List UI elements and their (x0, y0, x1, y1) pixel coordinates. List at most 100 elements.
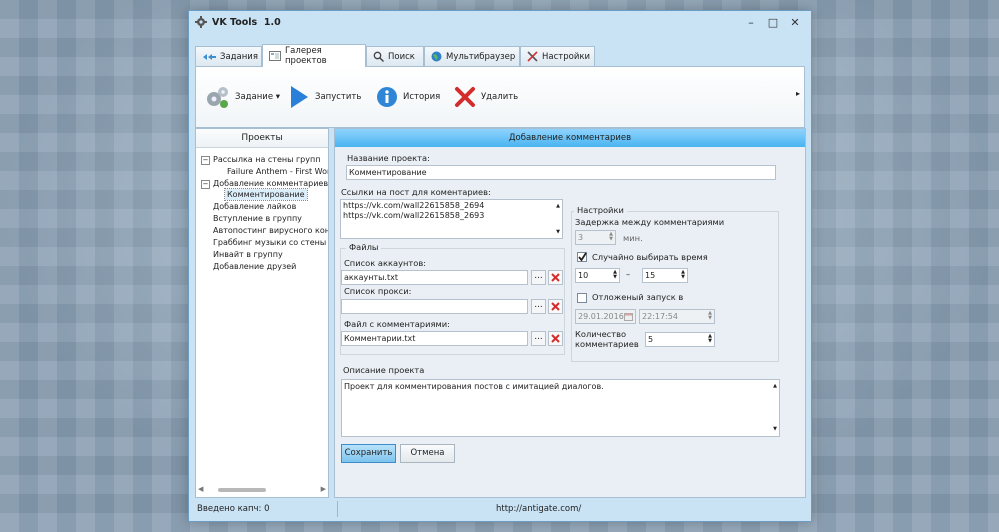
gears-icon (207, 87, 228, 108)
comments-clear-button[interactable] (548, 331, 563, 346)
random-time-checkbox[interactable] (577, 252, 587, 262)
tab-multibrowser[interactable]: Мультибраузер (424, 46, 520, 66)
status-divider (337, 501, 338, 517)
range-from-spinbox[interactable]: 10 ▲ ▼ (575, 268, 620, 283)
history-button[interactable]: История (376, 76, 440, 118)
delayed-date-input[interactable]: 29.01.2016 (575, 309, 636, 324)
tree-item-join-group[interactable]: Вступление в группу (213, 213, 302, 224)
spin-arrows-icon[interactable]: ▲ ▼ (609, 232, 613, 242)
scroll-up-icon[interactable]: ▲ (556, 201, 560, 211)
tree-item-add-friends[interactable]: Добавление друзей (213, 261, 296, 272)
antigate-link[interactable]: http://antigate.com/ (496, 504, 581, 514)
random-time-label: Случайно выбирать время (592, 252, 708, 262)
captcha-count: Введено капч: 0 (197, 504, 270, 514)
app-gear-icon (195, 16, 207, 28)
play-icon (291, 86, 308, 108)
task-label: Задание ▾ (235, 92, 281, 102)
app-name: VK Tools (212, 17, 258, 28)
accounts-clear-button[interactable] (548, 270, 563, 285)
main-tabs: Задания Галерея проектов Поиск Мультибра… (195, 44, 805, 67)
accounts-label: Список аккаунтов: (344, 258, 427, 268)
description-textarea[interactable]: Проект для комментирования постов с имит… (341, 379, 780, 437)
range-to-value: 15 (645, 271, 656, 280)
projects-horizontal-scrollbar[interactable]: ◀ ▶ (198, 485, 326, 495)
tree-expander-icon[interactable]: − (201, 156, 210, 165)
comments-browse-button[interactable]: ... (531, 331, 546, 346)
accounts-file-input[interactable]: аккаунты.txt (341, 270, 528, 285)
panel-title: Добавление комментариев (335, 129, 805, 147)
info-icon (377, 87, 397, 107)
tab-label: Настройки (542, 51, 591, 62)
comments-file-input[interactable]: Комментарии.txt (341, 331, 528, 346)
tree-item-failure-anthem[interactable]: Failure Anthem - First World P (227, 166, 328, 177)
tree-item-music-grabbing[interactable]: Граббинг музыки со стены (213, 237, 326, 248)
maximize-button[interactable]: □ (763, 14, 783, 32)
calendar-icon[interactable] (624, 312, 633, 321)
delayed-start-checkbox[interactable] (577, 293, 587, 303)
comments-file-label: Файл с комментариями: (344, 319, 450, 329)
proxy-browse-button[interactable]: ... (531, 299, 546, 314)
spin-arrows-icon[interactable]: ▲ ▼ (708, 334, 712, 344)
checkmark-icon (578, 252, 587, 262)
tree-item-commenting[interactable]: Комментирование (224, 188, 308, 201)
tree-expander-icon[interactable]: − (201, 180, 210, 189)
spin-arrows-icon[interactable]: ▲ ▼ (613, 270, 617, 280)
range-from-value: 10 (578, 271, 589, 280)
delayed-time-value: 22:17:54 (642, 312, 678, 321)
delete-x-icon (455, 87, 475, 107)
task-dropdown-button[interactable]: Задание ▾ (204, 76, 280, 118)
scroll-down-icon[interactable]: ▼ (773, 424, 777, 435)
files-group-title: Файлы (346, 242, 382, 252)
tree-item-group-wall-post[interactable]: Рассылка на стены групп (213, 154, 320, 165)
spin-arrows-icon[interactable]: ▲ ▼ (681, 270, 685, 280)
clear-x-icon (551, 273, 560, 282)
tree-item-add-comments[interactable]: Добавление комментариев (213, 178, 328, 189)
scroll-up-icon[interactable]: ▲ (773, 381, 777, 392)
links-textarea[interactable]: https://vk.com/wall22615858_2694 https:/… (340, 199, 563, 239)
app-version: 1.0 (263, 17, 281, 28)
ribbon-scroll-right-icon[interactable]: ▸ (796, 89, 800, 98)
ribbon-toolbar: Задание ▾ Запустить История Удалить ▸ (195, 66, 805, 128)
range-separator: – (626, 269, 631, 279)
proxy-file-input[interactable] (341, 299, 528, 314)
scrollbar-thumb[interactable] (218, 488, 266, 492)
globe-icon (431, 51, 442, 62)
tree-item-add-likes[interactable]: Добавление лайков (213, 201, 296, 212)
tools-icon (527, 51, 538, 62)
save-button[interactable]: Сохранить (341, 444, 396, 463)
window-title: VK Tools 1.0 (212, 17, 281, 28)
scroll-down-icon[interactable]: ▼ (556, 227, 560, 237)
delayed-time-input[interactable]: 22:17:54 ▲ ▼ (639, 309, 715, 324)
title-bar[interactable]: VK Tools 1.0 – □ ✕ (189, 11, 811, 35)
project-name-input[interactable]: Комментирование (346, 165, 776, 180)
search-icon (373, 51, 384, 62)
projects-tree: − Рассылка на стены групп Failure Anthem… (196, 148, 328, 483)
cancel-button[interactable]: Отмена (400, 444, 455, 463)
run-button[interactable]: Запустить (288, 76, 361, 118)
proxy-clear-button[interactable] (548, 299, 563, 314)
count-label-line2: комментариев (575, 339, 639, 349)
description-label: Описание проекта (343, 365, 425, 375)
tab-settings[interactable]: Настройки (520, 46, 595, 66)
scroll-left-icon[interactable]: ◀ (198, 485, 203, 493)
tab-gallery[interactable]: Галерея проектов (262, 44, 366, 67)
tab-search[interactable]: Поиск (366, 46, 424, 66)
delay-value: 3 (578, 233, 584, 242)
close-button[interactable]: ✕ (785, 14, 805, 32)
range-to-spinbox[interactable]: 15 ▲ ▼ (642, 268, 688, 283)
project-editor-panel: Добавление комментариев Название проекта… (334, 128, 806, 498)
tree-item-group-invite[interactable]: Инвайт в группу (213, 249, 283, 260)
spin-arrows-icon[interactable]: ▲ ▼ (708, 311, 712, 321)
project-name-label: Название проекта: (347, 153, 430, 163)
scroll-right-icon[interactable]: ▶ (321, 485, 326, 493)
count-spinbox[interactable]: 5 ▲ ▼ (645, 332, 715, 347)
delay-label: Задержка между комментариями (575, 217, 725, 227)
tab-label: Мультибраузер (446, 51, 516, 62)
delay-spinbox[interactable]: 3 ▲ ▼ (575, 230, 616, 245)
status-bar: Введено капч: 0 http://antigate.com/ (195, 501, 805, 517)
tab-tasks[interactable]: Задания (195, 46, 262, 66)
minimize-button[interactable]: – (741, 14, 761, 32)
accounts-browse-button[interactable]: ... (531, 270, 546, 285)
delete-button[interactable]: Удалить (454, 76, 518, 118)
tree-item-viral-autopost[interactable]: Автопостинг вирусного конте (213, 225, 328, 236)
